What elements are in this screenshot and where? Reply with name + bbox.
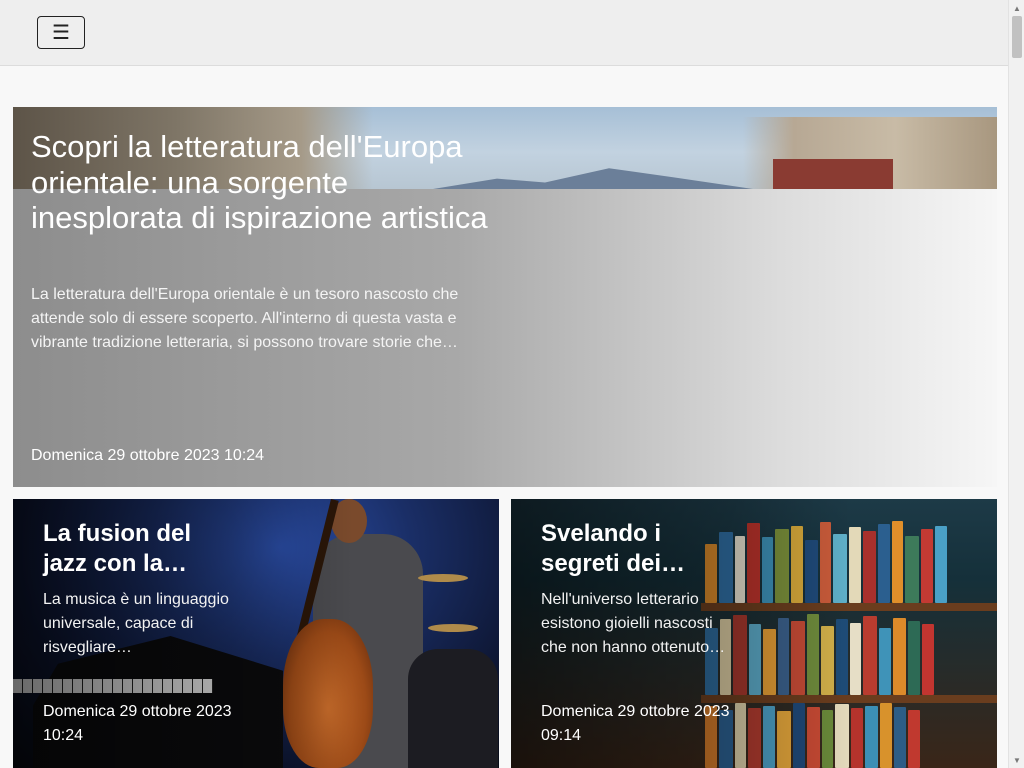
scroll-down-arrow-icon[interactable]: ▼	[1009, 752, 1024, 768]
scroll-thumb[interactable]	[1012, 16, 1022, 58]
page-scrollbar[interactable]: ▲ ▼	[1008, 0, 1024, 768]
article-card-books[interactable]: Svelando i segreti dei… Nell'universo le…	[511, 499, 997, 768]
article-card-jazz[interactable]: La fusion del jazz con la… La musica è u…	[13, 499, 499, 768]
hero-date: Domenica 29 ottobre 2023 10:24	[31, 447, 265, 464]
hero-article[interactable]: Scopri la letteratura dell'Europa orient…	[13, 107, 997, 487]
hero-title-link[interactable]: Scopri la letteratura dell'Europa orient…	[31, 129, 501, 236]
card-excerpt: La musica è un linguaggio universale, ca…	[43, 591, 229, 656]
card-title-link[interactable]: Svelando i segreti dei…	[541, 519, 731, 578]
hero-excerpt: La letteratura dell'Europa orientale è u…	[31, 286, 459, 351]
card-excerpt: Nell'universo letterario esistono gioiel…	[541, 591, 726, 656]
scroll-up-arrow-icon[interactable]: ▲	[1009, 0, 1024, 16]
menu-toggle-button[interactable]: ☰	[37, 16, 85, 49]
top-navbar: ☰	[0, 0, 1008, 66]
card-title-link[interactable]: La fusion del jazz con la…	[43, 519, 233, 578]
hero-image-red-building	[773, 159, 893, 189]
card-date: Domenica 29 ottobre 2023 09:14	[541, 703, 730, 744]
hamburger-menu-icon: ☰	[52, 21, 70, 44]
card-date: Domenica 29 ottobre 2023 10:24	[43, 703, 232, 744]
